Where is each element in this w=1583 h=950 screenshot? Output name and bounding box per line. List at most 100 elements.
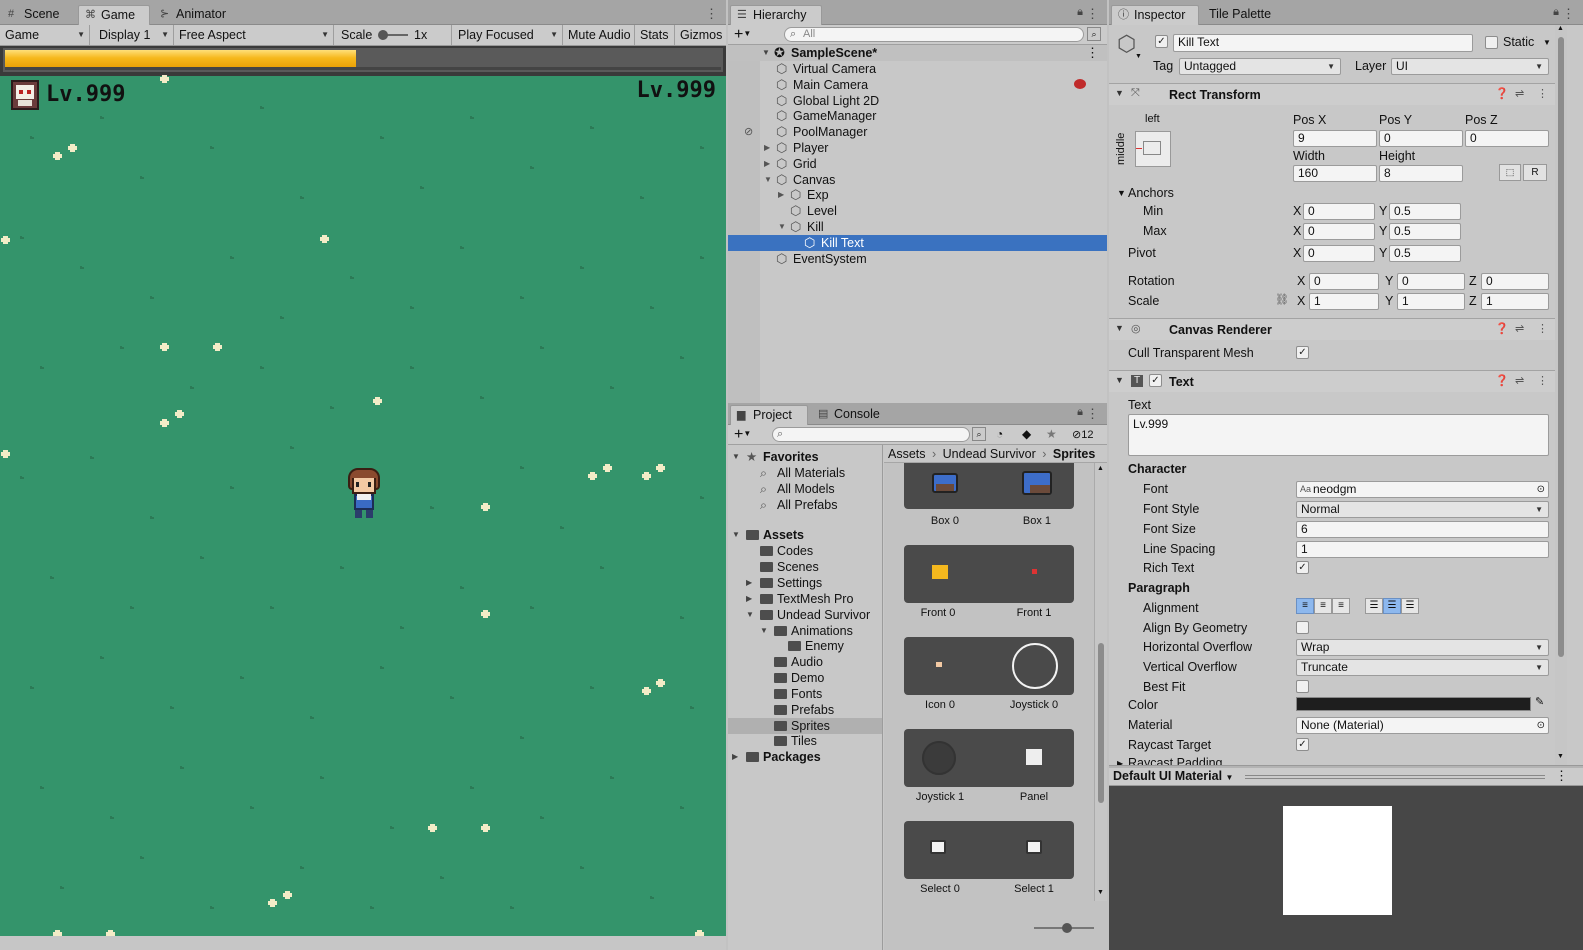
project-tree-item[interactable]: Enemy — [728, 638, 882, 654]
rotation-y-field[interactable]: 0 — [1397, 273, 1465, 290]
presets-icon[interactable]: ⇌ — [1515, 322, 1524, 335]
hierarchy-item[interactable]: ⬡ PoolManager — [728, 124, 1107, 140]
tag-dropdown[interactable]: Untagged ▼ — [1179, 58, 1341, 75]
display-dropdown[interactable]: Display 1 ▼ — [94, 25, 174, 45]
vertical-overflow-dropdown[interactable]: Truncate ▼ — [1296, 659, 1549, 676]
layer-dropdown[interactable]: UI ▼ — [1391, 58, 1549, 75]
active-checkbox[interactable]: ✓ — [1155, 35, 1168, 48]
best-fit-checkbox[interactable] — [1296, 680, 1309, 693]
hidden-packages-icon[interactable]: ⊘12 — [1072, 428, 1093, 441]
static-dropdown-arrow-icon[interactable]: ▼ — [1543, 38, 1551, 47]
component-menu-icon[interactable]: ⋮ — [1537, 87, 1548, 100]
project-tree-item[interactable]: ⌕ All Materials — [728, 465, 882, 481]
sprite-sheet-preview[interactable] — [904, 545, 1074, 603]
aspect-dropdown[interactable]: Free Aspect ▼ — [174, 25, 334, 45]
hierarchy-item[interactable]: ▼ ⬡ Canvas — [728, 172, 1107, 188]
project-tree-item[interactable]: Scenes — [728, 559, 882, 575]
project-tree-item[interactable]: ▶ TextMesh Pro — [728, 591, 882, 607]
hierarchy-item[interactable]: ▶ ⬡ Exp — [728, 187, 1107, 203]
icon-size-thumb[interactable] — [1062, 923, 1072, 933]
hierarchy-menu-icon[interactable]: ⋮ — [1086, 6, 1099, 22]
pivot-y-field[interactable]: 0.5 — [1389, 245, 1461, 262]
project-tree-item[interactable]: ▼ Animations — [728, 623, 882, 639]
anchor-min-x-field[interactable]: 0 — [1303, 203, 1375, 220]
object-picker-icon[interactable]: ⊙ — [1537, 718, 1545, 733]
lock-icon[interactable]: 🔒︎ — [1077, 406, 1083, 419]
color-swatch[interactable] — [1296, 697, 1531, 711]
tab-project[interactable]: ▆ Project — [730, 405, 808, 425]
game-panel-menu-icon[interactable]: ⋮ — [705, 6, 718, 22]
project-tree-item[interactable]: ▶ Settings — [728, 575, 882, 591]
text-enabled-checkbox[interactable]: ✓ — [1149, 374, 1162, 387]
project-tree-item[interactable]: ⌕ All Models — [728, 481, 882, 497]
lock-icon[interactable]: 🔒︎ — [1077, 6, 1083, 19]
rotation-x-field[interactable]: 0 — [1309, 273, 1379, 290]
project-tree-item[interactable]: Tiles — [728, 733, 882, 749]
project-tree-item[interactable]: ⌕ All Prefabs — [728, 497, 882, 513]
expand-arrow-icon[interactable]: ▼ — [778, 219, 786, 235]
project-menu-icon[interactable]: ⋮ — [1086, 406, 1099, 422]
icon-dropdown-arrow-icon[interactable]: ▼ — [1135, 53, 1142, 60]
font-style-dropdown[interactable]: Normal ▼ — [1296, 501, 1549, 518]
game-view[interactable]: Lv.999 Lv.999 — [0, 46, 726, 936]
project-tree-item[interactable]: Codes — [728, 543, 882, 559]
pos-y-field[interactable]: 0 — [1379, 130, 1463, 147]
help-icon[interactable]: ❓ — [1495, 374, 1509, 387]
anchors-foldout-icon[interactable]: ▼ — [1117, 188, 1126, 198]
project-scrollbar[interactable]: ▲ ▼ — [1094, 463, 1107, 901]
align-bottom-button[interactable]: ☰ — [1401, 598, 1419, 614]
component-menu-icon[interactable]: ⋮ — [1537, 322, 1548, 335]
rotation-z-field[interactable]: 0 — [1481, 273, 1549, 290]
breadcrumb-undead-survivor[interactable]: Undead Survivor — [943, 447, 1036, 461]
project-tree-item[interactable]: Audio — [728, 654, 882, 670]
hierarchy-item[interactable]: ▶ ⬡ Grid — [728, 156, 1107, 172]
hierarchy-item[interactable]: ⬡ Level — [728, 203, 1107, 219]
hidden-toggle-icon[interactable]: ⊘ — [744, 125, 753, 138]
favorite-star-icon[interactable]: ★ — [1046, 427, 1057, 441]
width-field[interactable]: 160 — [1293, 165, 1377, 182]
collapse-arrow-icon[interactable]: ▶ — [764, 156, 770, 172]
stats-button[interactable]: Stats — [635, 25, 675, 45]
align-top-button[interactable]: ☰ — [1365, 598, 1383, 614]
mute-audio-button[interactable]: Mute Audio — [563, 25, 635, 45]
tab-animator[interactable]: ⊱ Animator — [154, 5, 242, 25]
lock-icon[interactable]: 🔒︎ — [1553, 6, 1559, 19]
scroll-up-arrow-icon[interactable]: ▲ — [1097, 465, 1104, 472]
hierarchy-item[interactable]: ⬡ Virtual Camera — [728, 61, 1107, 77]
gizmos-button[interactable]: Gizmos — [675, 25, 726, 45]
preview-drag-handle[interactable] — [1245, 775, 1545, 779]
inspector-scrollbar[interactable]: ▲ ▼ — [1555, 25, 1567, 765]
project-tree-item[interactable]: Fonts — [728, 686, 882, 702]
tab-scene[interactable]: # Scene — [2, 5, 76, 25]
line-spacing-field[interactable]: 1 — [1296, 541, 1549, 558]
hierarchy-item[interactable]: ⬡ GameManager — [728, 108, 1107, 124]
project-tree-item[interactable]: ▼ ★ Favorites — [728, 449, 882, 465]
breadcrumb-assets[interactable]: Assets — [888, 447, 926, 461]
anchor-max-y-field[interactable]: 0.5 — [1389, 223, 1461, 240]
text-component-header[interactable]: ▼ T ✓ Text ❓ ⇌ ⋮ — [1109, 370, 1567, 392]
scroll-thumb[interactable] — [1098, 643, 1104, 803]
filter-label-icon[interactable]: ◆ — [1022, 427, 1031, 441]
hierarchy-item[interactable]: ⬡ Global Light 2D — [728, 93, 1107, 109]
scene-root-row[interactable]: ▼ ✪ SampleScene* ⋮ — [728, 45, 1107, 61]
expand-arrow-icon[interactable]: ▼ — [732, 449, 740, 465]
object-picker-icon[interactable]: ⊙ — [1537, 482, 1545, 497]
expand-arrow-icon[interactable]: ▼ — [764, 172, 772, 188]
pivot-x-field[interactable]: 0 — [1303, 245, 1375, 262]
project-tree-item[interactable]: Demo — [728, 670, 882, 686]
scroll-down-arrow-icon[interactable]: ▼ — [1097, 889, 1104, 896]
filter-type-icon[interactable]: ◔ — [996, 427, 1003, 441]
collapse-arrow-icon[interactable]: ▶ — [746, 591, 752, 607]
align-left-button[interactable]: ≡ — [1296, 598, 1314, 614]
preview-menu-icon[interactable]: ⋮ — [1555, 768, 1568, 784]
cull-transparent-mesh-checkbox[interactable]: ✓ — [1296, 346, 1309, 359]
material-object-field[interactable]: None (Material) ⊙ — [1296, 717, 1549, 734]
anchor-min-y-field[interactable]: 0.5 — [1389, 203, 1461, 220]
collapse-arrow-icon[interactable]: ▶ — [764, 140, 770, 156]
scale-z-field[interactable]: 1 — [1481, 293, 1549, 310]
presets-icon[interactable]: ⇌ — [1515, 374, 1524, 387]
add-object-button[interactable]: +▼ — [734, 26, 751, 43]
expand-arrow-icon[interactable]: ▼ — [732, 527, 740, 543]
raw-edit-button[interactable]: R — [1523, 164, 1547, 181]
hierarchy-item[interactable]: ⬡ EventSystem — [728, 251, 1107, 267]
